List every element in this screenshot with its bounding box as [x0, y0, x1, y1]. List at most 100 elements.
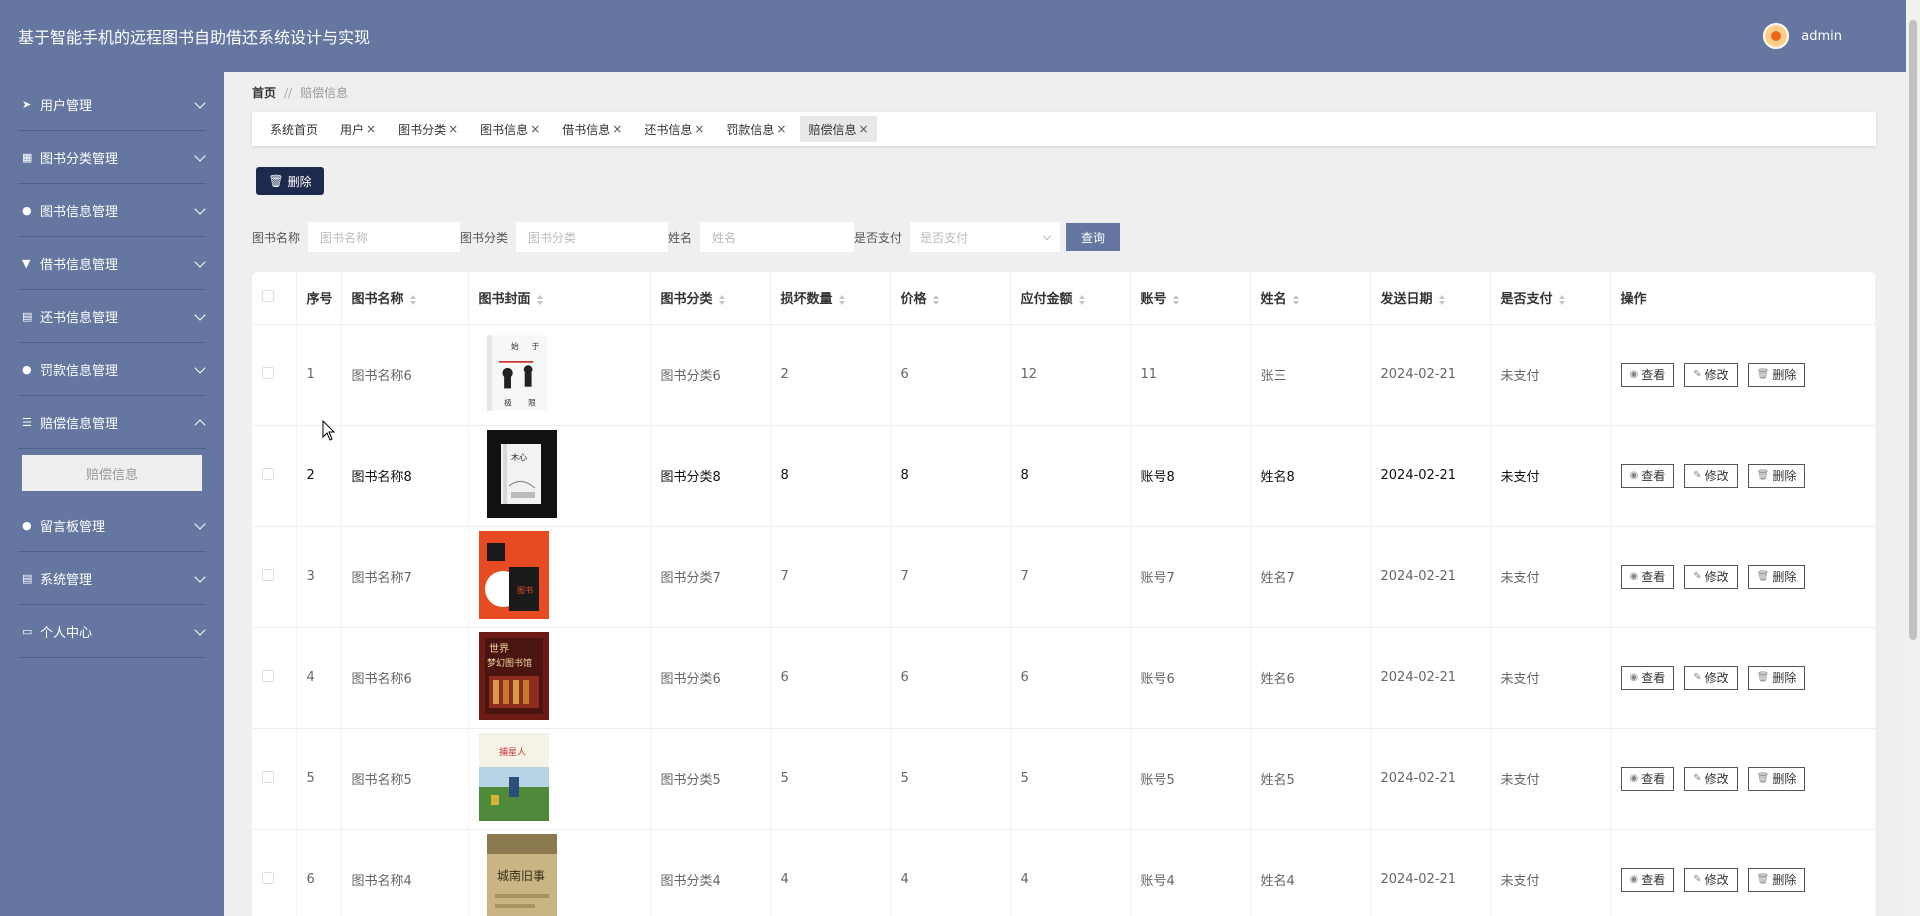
table-row[interactable]: 3 图书名称7 图书 图书分类7 7 7 7 账号7 姓名7 2024-02-2… — [252, 526, 1876, 628]
sort-icon[interactable] — [1078, 294, 1085, 305]
query-button[interactable]: 查询 — [1066, 223, 1121, 251]
close-icon[interactable]: × — [366, 122, 376, 136]
table-row[interactable]: 4 图书名称6 世界 梦幻图书馆 图书分类6 6 6 6 账号6 姓名6 2024… — [252, 627, 1876, 729]
sidebar-item-6[interactable]: ☰ 赔偿信息管理 — [0, 396, 224, 449]
edit-button[interactable]: ✎ 修改 — [1684, 564, 1738, 589]
sort-icon[interactable] — [536, 294, 543, 305]
close-icon[interactable]: × — [448, 122, 458, 136]
column-header[interactable]: 图书名称 — [341, 272, 469, 325]
sidebar-item-5[interactable]: ● 罚款信息管理 — [0, 343, 224, 396]
tab-2[interactable]: 图书分类 × — [390, 116, 466, 142]
column-header[interactable]: 账号 — [1130, 272, 1251, 325]
tab-6[interactable]: 罚款信息 × — [718, 116, 794, 142]
edit-button[interactable]: ✎ 修改 — [1684, 766, 1738, 791]
row-checkbox[interactable] — [262, 568, 274, 581]
row-checkbox[interactable] — [262, 366, 274, 379]
close-icon[interactable]: × — [859, 122, 869, 136]
close-icon[interactable]: × — [694, 122, 704, 136]
name-input[interactable]: 姓名 — [700, 222, 855, 252]
delete-button[interactable]: 🗑 删除 — [1747, 766, 1806, 791]
column-header[interactable]: 图书分类 — [650, 272, 771, 325]
view-button[interactable]: ◉ 查看 — [1620, 665, 1675, 690]
page-scrollbar[interactable] — [1906, 0, 1920, 916]
view-button[interactable]: ◉ 查看 — [1620, 362, 1675, 387]
delete-button[interactable]: 🗑 删除 — [1747, 362, 1806, 387]
close-icon[interactable]: × — [612, 122, 622, 136]
table-row[interactable]: 5 图书名称5 捕星人 图书分类5 5 5 5 账号5 姓名5 2024-02-… — [252, 728, 1876, 830]
sort-icon[interactable] — [1558, 294, 1565, 305]
table-row[interactable]: 6 图书名称4 城南旧事 图书分类4 4 4 4 账号4 姓名4 2024-02… — [252, 829, 1876, 916]
sort-icon[interactable] — [838, 294, 845, 305]
delete-button[interactable]: 🗑 删除 — [1747, 463, 1806, 488]
view-button[interactable]: ◉ 查看 — [1620, 766, 1675, 791]
trash-icon: 🗑 — [1756, 672, 1770, 683]
column-header[interactable]: 价格 — [890, 272, 1011, 325]
paid-label: 是否支付 — [854, 230, 903, 245]
column-header[interactable]: 图书封面 — [468, 272, 651, 325]
sort-icon[interactable] — [409, 294, 416, 305]
sidebar-item-0[interactable]: ➤ 用户管理 — [0, 78, 224, 131]
batch-delete-button[interactable]: 🗑 删除 — [256, 167, 324, 195]
close-icon[interactable]: × — [530, 122, 540, 136]
column-header[interactable]: 姓名 — [1250, 272, 1371, 325]
tab-5[interactable]: 还书信息 × — [636, 116, 712, 142]
mouse-cursor-icon — [322, 420, 336, 441]
sort-icon[interactable] — [1172, 294, 1179, 305]
tab-7[interactable]: 赔偿信息 × — [800, 116, 877, 142]
delete-button[interactable]: 🗑 删除 — [1747, 867, 1806, 892]
view-button[interactable]: ◉ 查看 — [1620, 463, 1675, 488]
row-checkbox[interactable] — [262, 669, 274, 682]
sort-icon[interactable] — [1292, 294, 1299, 305]
sidebar-item-3[interactable]: ▼ 借书信息管理 — [0, 237, 224, 290]
column-header[interactable]: 应付金额 — [1010, 272, 1131, 325]
top-header: 基于智能手机的远程图书自助借还系统设计与实现 admin — [0, 0, 1920, 72]
sidebar-item-2[interactable]: ● 图书信息管理 — [0, 184, 224, 237]
category-input[interactable]: 图书分类 — [516, 222, 669, 252]
delete-button[interactable]: 🗑 删除 — [1747, 665, 1806, 690]
edit-button[interactable]: ✎ 修改 — [1684, 867, 1738, 892]
cell-amount: 5 — [1010, 728, 1131, 830]
sidebar-item-4[interactable]: ▤ 还书信息管理 — [0, 290, 224, 343]
column-header[interactable]: 是否支付 — [1490, 272, 1611, 325]
category-label: 图书分类 — [460, 230, 509, 245]
edit-button[interactable]: ✎ 修改 — [1684, 362, 1738, 387]
user-menu[interactable]: admin — [1763, 23, 1842, 49]
scrollbar-thumb[interactable] — [1909, 20, 1917, 640]
tab-0[interactable]: 系统首页 — [262, 116, 326, 142]
view-button[interactable]: ◉ 查看 — [1620, 564, 1675, 589]
close-icon[interactable]: × — [776, 122, 786, 136]
sort-icon[interactable] — [1438, 294, 1445, 305]
row-checkbox[interactable] — [262, 467, 274, 480]
column-header-label: 序号 — [306, 292, 333, 308]
delete-button[interactable]: 🗑 删除 — [1747, 564, 1806, 589]
row-checkbox[interactable] — [262, 871, 274, 884]
sidebar-item-9[interactable]: ▭ 个人中心 — [0, 605, 224, 658]
column-header-label: 操作 — [1620, 292, 1647, 308]
avatar[interactable] — [1763, 23, 1790, 49]
select-all-checkbox[interactable] — [262, 289, 274, 302]
sidebar: ➤ 用户管理 ▦ 图书分类管理 ● 图书信息管理 ▼ 借书信息管理 ▤ 还书信息… — [0, 72, 224, 916]
book-name-input[interactable]: 图书名称 — [308, 222, 461, 252]
tab-label: 系统首页 — [270, 122, 319, 137]
sidebar-item-7[interactable]: ● 留言板管理 — [0, 499, 224, 552]
breadcrumb-home[interactable]: 首页 — [252, 86, 276, 100]
table-row[interactable]: 1 图书名称6 始 于极 限 图书分类6 2 6 12 11 张三 2024-02-… — [252, 324, 1876, 426]
sidebar-subitem[interactable]: 赔偿信息 — [22, 455, 202, 491]
row-checkbox[interactable] — [262, 770, 274, 783]
column-header[interactable]: 损坏数量 — [770, 272, 891, 325]
sort-icon[interactable] — [932, 294, 939, 305]
edit-button[interactable]: ✎ 修改 — [1684, 665, 1738, 690]
column-header[interactable]: 发送日期 — [1370, 272, 1491, 325]
tab-1[interactable]: 用户 × — [332, 116, 384, 142]
paid-select[interactable]: 是否支付 — [910, 222, 1061, 252]
sidebar-item-1[interactable]: ▦ 图书分类管理 — [0, 131, 224, 184]
table-row[interactable]: 2 图书名称8 木心 图书分类8 8 8 8 账号8 姓名8 2024-02-2… — [252, 425, 1876, 527]
username[interactable]: admin — [1801, 29, 1842, 44]
sort-icon[interactable] — [718, 294, 725, 305]
sidebar-item-8[interactable]: ▤ 系统管理 — [0, 552, 224, 605]
tab-3[interactable]: 图书信息 × — [472, 116, 548, 142]
view-button[interactable]: ◉ 查看 — [1620, 867, 1675, 892]
tab-4[interactable]: 借书信息 × — [554, 116, 630, 142]
edit-button[interactable]: ✎ 修改 — [1684, 463, 1738, 488]
user-icon: ● — [22, 518, 32, 532]
